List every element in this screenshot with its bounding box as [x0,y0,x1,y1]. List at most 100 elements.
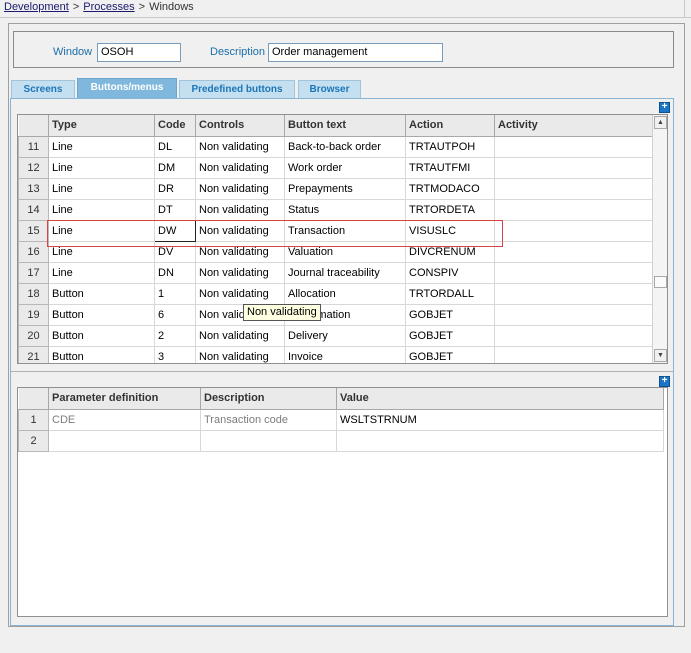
table-row[interactable]: 13 Line DR Non validating Prepayments TR… [18,177,653,200]
cell-button-text[interactable]: Valuation [284,240,406,263]
cell-code[interactable]: 3 [154,345,196,363]
cell-controls[interactable]: Non validating [195,135,285,158]
cell-type[interactable]: Line [48,156,155,179]
cell-action[interactable]: DIVCRENUM [405,240,495,263]
cell-activity[interactable] [494,282,653,305]
cell-controls[interactable]: Non validating [195,198,285,221]
cell-activity[interactable] [494,261,653,284]
table-row[interactable]: 1 CDE Transaction code WSLTSTRNUM [18,408,664,431]
cell-activity[interactable] [494,303,653,326]
cell-code[interactable]: DN [154,261,196,284]
cell-code[interactable]: DV [154,240,196,263]
add-row-icon[interactable]: + [659,102,670,113]
breadcrumb-link-processes[interactable]: Processes [83,1,134,13]
cell-code[interactable]: DR [154,177,196,200]
cell-type[interactable]: Button [48,324,155,347]
cell-type[interactable]: Button [48,303,155,326]
cell-controls[interactable]: Non validating [195,156,285,179]
cell-action[interactable]: GOBJET [405,303,495,326]
cell-value[interactable] [336,429,664,452]
column-header-activity[interactable]: Activity [494,115,653,137]
cell-value[interactable]: WSLTSTRNUM [336,408,664,431]
cell-code[interactable]: DL [154,135,196,158]
cell-activity[interactable] [494,324,653,347]
cell-button-text[interactable]: Status [284,198,406,221]
cell-type[interactable]: Line [48,240,155,263]
cell-type[interactable]: Button [48,345,155,363]
cell-controls[interactable]: Non validating [195,345,285,363]
cell-code[interactable]: 2 [154,324,196,347]
tab-buttons-menus[interactable]: Buttons/menus [77,78,177,99]
cell-button-text[interactable]: Back-to-back order [284,135,406,158]
cell-button-text[interactable]: Prepayments [284,177,406,200]
tab-browser[interactable]: Browser [298,80,361,99]
column-header-type[interactable]: Type [48,115,155,137]
cell-controls[interactable]: Non validating [195,282,285,305]
table-row[interactable]: 12 Line DM Non validating Work order TRT… [18,156,653,179]
cell-code[interactable]: 6 [154,303,196,326]
breadcrumb-link-development[interactable]: Development [4,1,69,13]
column-header-action[interactable]: Action [405,115,495,137]
column-header-description[interactable]: Description [200,388,337,410]
cell-activity[interactable] [494,198,653,221]
table-row[interactable]: 21 Button 3 Non validating Invoice GOBJE… [18,345,653,363]
cell-type[interactable]: Button [48,282,155,305]
cell-button-text[interactable]: Work order [284,156,406,179]
cell-type[interactable]: Line [48,198,155,221]
cell-controls[interactable]: Non validating [195,219,285,242]
table-row[interactable]: 16 Line DV Non validating Valuation DIVC… [18,240,653,263]
scroll-up-arrow-icon[interactable]: ▲ [654,116,667,129]
cell-action[interactable]: TRTORDALL [405,282,495,305]
cell-activity[interactable] [494,156,653,179]
cell-activity[interactable] [494,135,653,158]
vertical-scrollbar[interactable]: ▲ ▼ [652,115,667,363]
scrollbar-thumb[interactable] [654,276,667,288]
column-header-controls[interactable]: Controls [195,115,285,137]
cell-action[interactable]: CONSPIV [405,261,495,284]
column-header-button-text[interactable]: Button text [284,115,406,137]
selected-table-row[interactable]: 15 Line DW Non validating Transaction VI… [18,219,653,242]
table-row[interactable]: 11 Line DL Non validating Back-to-back o… [18,135,653,158]
column-header-value[interactable]: Value [336,388,664,410]
cell-button-text[interactable]: Transaction [284,219,406,242]
cell-controls[interactable]: Non validating [195,177,285,200]
cell-action[interactable]: GOBJET [405,345,495,363]
cell-activity[interactable] [494,177,653,200]
table-row[interactable]: 14 Line DT Non validating Status TRTORDE… [18,198,653,221]
table-row[interactable]: 17 Line DN Non validating Journal tracea… [18,261,653,284]
cell-action[interactable]: TRTORDETA [405,198,495,221]
description-field[interactable]: Order management [268,43,443,62]
cell-action[interactable]: TRTAUTFMI [405,156,495,179]
tab-predefined-buttons[interactable]: Predefined buttons [179,80,295,99]
table-row[interactable]: 18 Button 1 Non validating Allocation TR… [18,282,653,305]
column-header-parameter-definition[interactable]: Parameter definition [48,388,201,410]
window-field[interactable]: OSOH [97,43,181,62]
cell-code-editing[interactable]: DW [154,219,196,242]
cell-code[interactable]: 1 [154,282,196,305]
cell-action[interactable]: VISUSLC [405,219,495,242]
cell-button-text[interactable]: Delivery [284,324,406,347]
cell-activity[interactable] [494,345,653,363]
cell-type[interactable]: Line [48,219,155,242]
cell-button-text[interactable]: Allocation [284,282,406,305]
cell-button-text[interactable]: Journal traceability [284,261,406,284]
cell-controls[interactable]: Non validating [195,240,285,263]
cell-type[interactable]: Line [48,177,155,200]
cell-action[interactable]: TRTAUTPOH [405,135,495,158]
add-parameter-icon[interactable]: + [659,376,670,387]
cell-controls[interactable]: Non validating [195,324,285,347]
cell-action[interactable]: TRTMODACO [405,177,495,200]
tab-screens[interactable]: Screens [11,80,75,99]
cell-type[interactable]: Line [48,261,155,284]
cell-controls[interactable]: Non validating [195,261,285,284]
column-header-code[interactable]: Code [154,115,196,137]
cell-code[interactable]: DM [154,156,196,179]
scroll-down-arrow-icon[interactable]: ▼ [654,349,667,362]
table-row[interactable]: 19 Button 6 Non validating Confirmation … [18,303,653,326]
cell-action[interactable]: GOBJET [405,324,495,347]
cell-activity[interactable] [494,219,653,242]
cell-type[interactable]: Line [48,135,155,158]
cell-code[interactable]: DT [154,198,196,221]
cell-button-text[interactable]: Invoice [284,345,406,363]
table-row[interactable]: 2 [18,429,664,452]
